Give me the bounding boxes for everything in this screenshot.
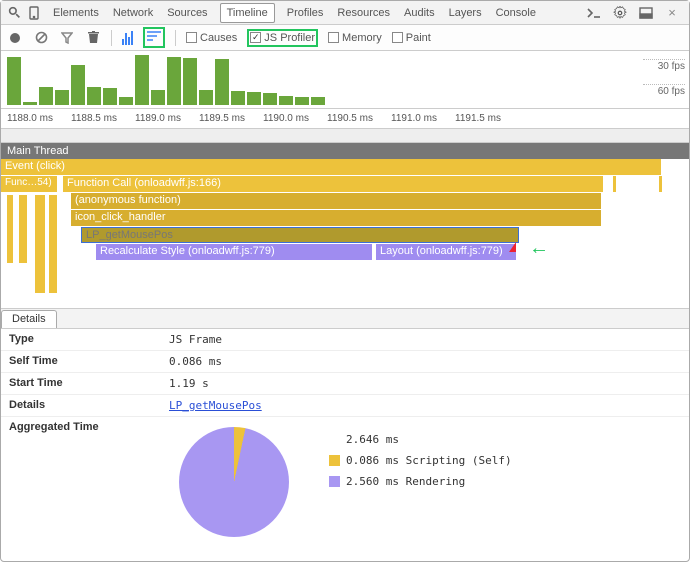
- self-time-value: 0.086 ms: [161, 351, 689, 373]
- search-icon[interactable]: [5, 4, 23, 22]
- tab-layers[interactable]: Layers: [447, 3, 484, 23]
- flame-chart[interactable]: Main Thread Event (click) Func…54) Funct…: [1, 143, 689, 309]
- memory-label: Memory: [342, 32, 382, 44]
- aggregated-label: Aggregated Time: [1, 417, 161, 547]
- separator: [111, 30, 112, 46]
- js-profiler-highlight: JS Profiler: [247, 29, 318, 47]
- close-icon[interactable]: ×: [663, 4, 681, 22]
- legend-scripting: 0.086 ms Scripting (Self): [329, 454, 512, 467]
- layout-bar[interactable]: Layout (onloadwff.js:779): [376, 244, 516, 260]
- aggregated-content: 2.646 ms 0.086 ms Scripting (Self) 2.560…: [169, 421, 681, 543]
- clear-icon[interactable]: [33, 30, 49, 46]
- event-click-bar[interactable]: Event (click): [1, 159, 661, 175]
- main-thread-header: Main Thread: [1, 143, 689, 159]
- separator: [175, 30, 176, 46]
- pie-legend: 2.646 ms 0.086 ms Scripting (Self) 2.560…: [329, 427, 512, 488]
- causes-checkbox[interactable]: Causes: [186, 32, 237, 44]
- start-time-label: Start Time: [1, 373, 161, 395]
- panel-tabs: Elements Network Sources Timeline Profil…: [45, 3, 583, 23]
- tick: 1191.5 ms: [455, 113, 519, 124]
- flame-stripe: [35, 195, 45, 293]
- tab-audits[interactable]: Audits: [402, 3, 437, 23]
- details-grid: Type JS Frame Self Time 0.086 ms Start T…: [1, 329, 689, 547]
- console-toggle-icon[interactable]: [585, 4, 603, 22]
- settings-gear-icon[interactable]: [611, 4, 629, 22]
- filter-icon[interactable]: [59, 30, 75, 46]
- tick: 1190.0 ms: [263, 113, 327, 124]
- details-tabstrip: Details: [1, 309, 689, 329]
- tab-sources[interactable]: Sources: [165, 3, 209, 23]
- swatch-scripting: [329, 455, 340, 466]
- legend-rendering: 2.560 ms Rendering: [329, 475, 512, 488]
- dock-icon[interactable]: [637, 4, 655, 22]
- details-tab[interactable]: Details: [1, 310, 57, 328]
- fps-60-label: 60 fps: [643, 84, 685, 97]
- checkbox-icon: [328, 32, 339, 43]
- tab-console[interactable]: Console: [494, 3, 538, 23]
- func-bar-truncated[interactable]: Func…54): [1, 176, 57, 192]
- tab-elements[interactable]: Elements: [51, 3, 101, 23]
- paint-label: Paint: [406, 32, 431, 44]
- checkbox-icon: [186, 32, 197, 43]
- getmousepos-bar[interactable]: LP_getMousePos: [81, 227, 519, 243]
- timeline-controls: Causes JS Profiler Memory Paint: [1, 25, 689, 51]
- aggregated-pie-chart: [179, 427, 289, 537]
- swatch-rendering: [329, 476, 340, 487]
- tiny-bar[interactable]: [613, 176, 616, 192]
- frames-view-icon[interactable]: [122, 31, 133, 45]
- causes-label: Causes: [200, 32, 237, 44]
- tick: 1189.5 ms: [199, 113, 263, 124]
- flame-view-icon[interactable]: [143, 27, 165, 48]
- garbage-icon[interactable]: [85, 30, 101, 46]
- tick: 1191.0 ms: [391, 113, 455, 124]
- time-ruler[interactable]: 1188.0 ms 1188.5 ms 1189.0 ms 1189.5 ms …: [1, 109, 689, 129]
- details-label: Details: [1, 395, 161, 417]
- device-icon[interactable]: [25, 4, 43, 22]
- icon-click-handler-bar[interactable]: icon_click_handler: [71, 210, 601, 226]
- tab-network[interactable]: Network: [111, 3, 155, 23]
- main-toolbar: Elements Network Sources Timeline Profil…: [1, 1, 689, 25]
- paint-checkbox[interactable]: Paint: [392, 32, 431, 44]
- minimap-scroll[interactable]: [1, 129, 689, 143]
- warning-triangle-icon: [509, 242, 516, 252]
- devtools-window: Elements Network Sources Timeline Profil…: [0, 0, 690, 562]
- flame-stripe: [49, 195, 57, 293]
- fps-lines: 30 fps 60 fps: [643, 59, 685, 97]
- type-value: JS Frame: [161, 329, 689, 351]
- tab-profiles[interactable]: Profiles: [285, 3, 326, 23]
- details-link[interactable]: LP_getMousePos: [169, 399, 262, 412]
- memory-checkbox[interactable]: Memory: [328, 32, 382, 44]
- type-label: Type: [1, 329, 161, 351]
- self-time-label: Self Time: [1, 351, 161, 373]
- function-call-bar[interactable]: Function Call (onloadwff.js:166): [63, 176, 603, 192]
- checkbox-icon: [392, 32, 403, 43]
- flame-stripe: [19, 195, 27, 263]
- fps-30-label: 30 fps: [643, 59, 685, 72]
- tick: 1190.5 ms: [327, 113, 391, 124]
- record-icon[interactable]: [7, 30, 23, 46]
- cpu-overview[interactable]: 30 fps 60 fps: [1, 51, 689, 109]
- legend-total: 2.646 ms: [329, 433, 512, 446]
- annotation-arrow-icon: ←: [529, 237, 549, 260]
- checkbox-checked-icon: [250, 32, 261, 43]
- tiny-bar[interactable]: [659, 176, 662, 192]
- js-profiler-checkbox[interactable]: JS Profiler: [250, 32, 315, 44]
- js-profiler-label: JS Profiler: [264, 32, 315, 44]
- tick: 1188.0 ms: [7, 113, 71, 124]
- tick: 1188.5 ms: [71, 113, 135, 124]
- tick: 1189.0 ms: [135, 113, 199, 124]
- tab-resources[interactable]: Resources: [335, 3, 392, 23]
- recalc-style-bar[interactable]: Recalculate Style (onloadwff.js:779): [96, 244, 372, 260]
- toolbar-right: ×: [585, 4, 685, 22]
- start-time-value: 1.19 s: [161, 373, 689, 395]
- overview-bars: [7, 55, 641, 105]
- tab-timeline[interactable]: Timeline: [220, 3, 275, 23]
- anon-func-bar[interactable]: (anonymous function): [71, 193, 601, 209]
- flame-stripe: [7, 195, 13, 263]
